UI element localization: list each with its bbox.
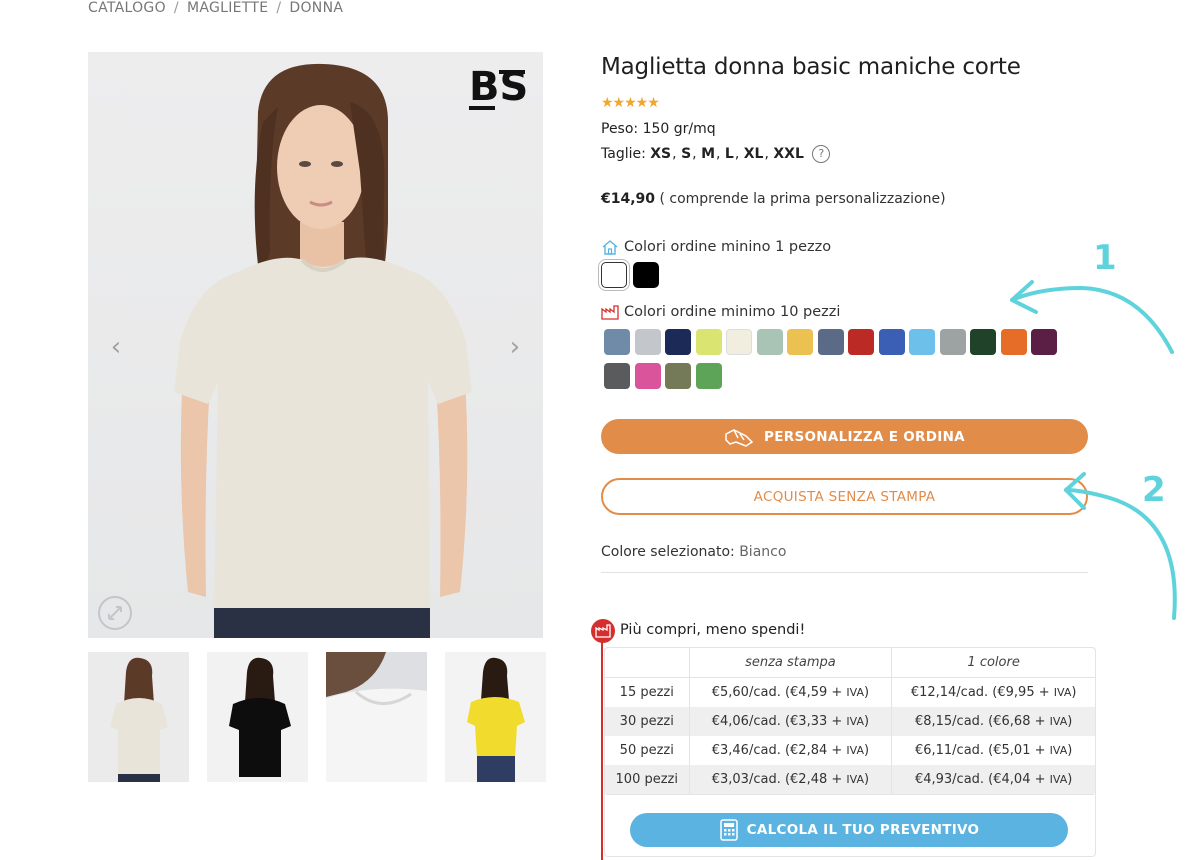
- table-row: 50 pezzi €3,46/cad. (€2,84 + IVA) €6,11/…: [605, 736, 1095, 765]
- annotation-number-2: 2: [1142, 470, 1166, 510]
- annotation-number-1: 1: [1093, 238, 1117, 278]
- qty-cell: 100 pezzi: [605, 765, 690, 794]
- factory-badge-icon: [591, 619, 615, 643]
- price-one-color-cell: €4,93/cad. (€4,04 + IVA): [892, 765, 1095, 794]
- price-one-color-cell: €6,11/cad. (€5,01 + IVA): [914, 743, 1073, 758]
- qty-cell: 15 pezzi: [605, 678, 690, 707]
- promo-accent-line: [601, 632, 603, 860]
- price-no-print-cell: €4,06/cad. (€3,33 + IVA): [689, 707, 893, 736]
- calculator-icon: [719, 819, 738, 841]
- price-no-print-cell: €3,03/cad. (€2,48 + IVA): [689, 765, 893, 794]
- calculate-quote-label: CALCOLA IL TUO PREVENTIVO: [746, 822, 980, 838]
- qty-cell: 50 pezzi: [605, 736, 690, 765]
- promo-title: Più compri, meno spendi!: [620, 622, 806, 638]
- price-one-color-cell: €12,14/cad. (€9,95 + IVA): [910, 685, 1077, 700]
- price-tiers-table: senza stampa 1 colore 15 pezzi €5,60/cad…: [604, 647, 1096, 795]
- price-one-color-cell: €8,15/cad. (€6,68 + IVA): [892, 707, 1095, 736]
- table-header-one-color: 1 colore: [892, 648, 1095, 678]
- price-no-print-cell: €5,60/cad. (€4,59 + IVA): [690, 678, 893, 707]
- table-row: 100 pezzi €3,03/cad. (€2,48 + IVA) €4,93…: [605, 765, 1095, 794]
- price-no-print-cell: €3,46/cad. (€2,84 + IVA): [690, 736, 893, 765]
- qty-cell: 30 pezzi: [605, 707, 690, 736]
- calculate-quote-button[interactable]: CALCOLA IL TUO PREVENTIVO: [630, 813, 1068, 847]
- table-header-empty: [605, 648, 690, 678]
- table-header-no-print: senza stampa: [689, 648, 893, 678]
- table-row: 15 pezzi €5,60/cad. (€4,59 + IVA) €12,14…: [605, 678, 1095, 707]
- table-row: 30 pezzi €4,06/cad. (€3,33 + IVA) €8,15/…: [605, 707, 1095, 736]
